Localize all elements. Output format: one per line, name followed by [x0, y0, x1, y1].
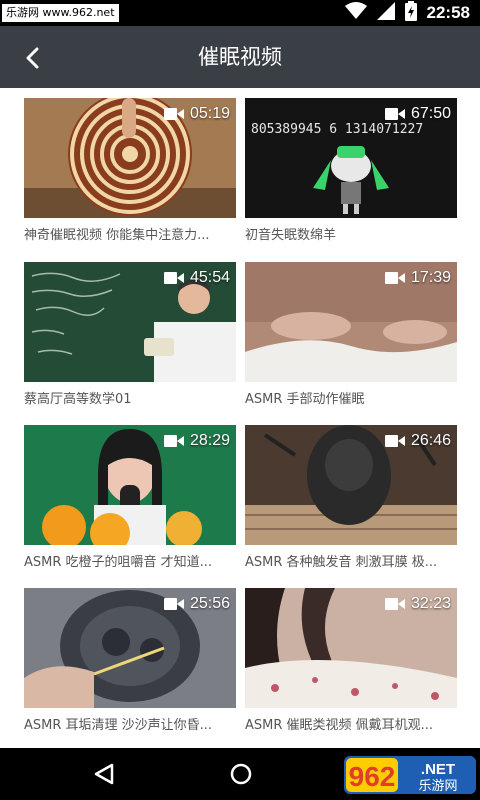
signal-icon [376, 2, 395, 24]
page-title: 催眠视频 [198, 45, 282, 69]
app-bar: 催眠视频 [0, 26, 480, 88]
duration-badge: 67:50 [384, 104, 451, 124]
duration-text: 45:54 [189, 269, 230, 286]
watermark-logo: 962 .NET 乐游网 [344, 754, 476, 796]
video-title: 初音失眠数绵羊 [245, 228, 337, 243]
watermark-text: 乐游网 www.962.net [2, 4, 119, 22]
duration-badge: 32:23 [384, 594, 451, 614]
video-card[interactable]: 805389945 6 1314071227 67:50 初音失眠数绵羊 [245, 88, 457, 243]
duration-badge: 17:39 [384, 268, 451, 288]
video-camera-icon [163, 435, 184, 447]
status-bar: 乐游网 www.962.net 22:58 [0, 0, 480, 26]
video-camera-icon [384, 435, 405, 447]
battery-icon [404, 1, 417, 25]
video-title: ASMR 耳垢清理 沙沙声让你昏... [24, 718, 213, 733]
video-camera-icon [384, 598, 405, 610]
video-title: ASMR 各种触发音 刺激耳膜 极... [245, 555, 438, 570]
duration-badge: 28:29 [163, 431, 230, 451]
duration-badge: 25:56 [163, 594, 230, 614]
video-camera-icon [163, 272, 184, 284]
duration-text: 67:50 [410, 105, 451, 122]
watermark-logo-number: 962 [349, 761, 396, 792]
nav-back-button[interactable] [92, 762, 116, 790]
video-card[interactable]: 45:54 蔡高厅高等数学01 [24, 252, 236, 407]
video-card[interactable]: 05:19 神奇催眠视频 你能集中注意力... [24, 88, 236, 243]
video-title: ASMR 吃橙子的咀嚼音 才知道... [24, 555, 213, 570]
status-time: 22:58 [426, 3, 470, 22]
duration-badge: 05:19 [163, 104, 230, 124]
video-camera-icon [384, 272, 405, 284]
video-camera-icon [163, 108, 184, 120]
navigation-bar: 962 .NET 乐游网 [0, 748, 480, 800]
nav-home-button[interactable] [229, 762, 253, 790]
watermark-logo-name: 乐游网 [418, 779, 457, 794]
duration-text: 05:19 [189, 105, 230, 122]
circle-home-icon [230, 763, 252, 785]
miku-numbers: 805389945 6 1314071227 [251, 122, 423, 137]
video-card[interactable]: 26:46 ASMR 各种触发音 刺激耳膜 极... [245, 415, 457, 570]
watermark-logo-suffix: .NET [421, 761, 455, 778]
arrow-left-icon [26, 47, 39, 69]
video-card[interactable]: 25:56 ASMR 耳垢清理 沙沙声让你昏... [24, 578, 236, 733]
video-camera-icon [163, 598, 184, 610]
duration-badge: 45:54 [163, 268, 230, 288]
video-title: 蔡高厅高等数学01 [24, 392, 132, 407]
video-grid: 05:19 神奇催眠视频 你能集中注意力... 805389945 6 1314… [0, 88, 480, 748]
video-title: 神奇催眠视频 你能集中注意力... [24, 228, 210, 243]
video-title: ASMR 手部动作催眠 [245, 392, 365, 407]
back-button[interactable] [16, 41, 50, 75]
status-icons: 22:58 [344, 0, 470, 26]
duration-badge: 26:46 [384, 431, 451, 451]
video-title: ASMR 催眠类视频 佩戴耳机观... [245, 718, 434, 733]
duration-text: 17:39 [410, 269, 451, 286]
video-camera-icon [384, 108, 405, 120]
video-card[interactable]: 28:29 ASMR 吃橙子的咀嚼音 才知道... [24, 415, 236, 570]
triangle-back-icon [94, 763, 114, 785]
duration-text: 28:29 [189, 432, 230, 449]
duration-text: 32:23 [410, 595, 451, 612]
video-card[interactable]: 32:23 ASMR 催眠类视频 佩戴耳机观... [245, 578, 457, 733]
wifi-icon [344, 2, 367, 24]
video-card[interactable]: 17:39 ASMR 手部动作催眠 [245, 252, 457, 407]
duration-text: 25:56 [189, 595, 230, 612]
duration-text: 26:46 [410, 432, 451, 449]
